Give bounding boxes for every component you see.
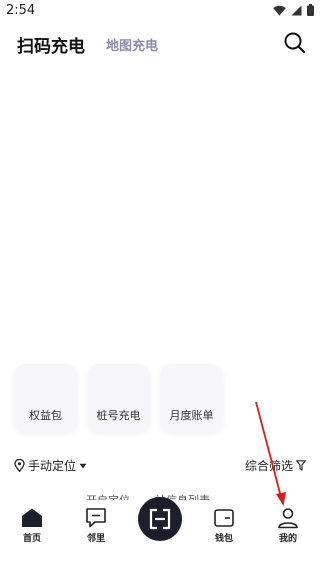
card-pile-number-charge[interactable]: 桩号充电 [87, 364, 150, 432]
nav-item-home[interactable]: 首页 [7, 507, 57, 544]
home-icon [22, 508, 42, 527]
nav-item-wallet[interactable]: 钱包 [199, 507, 249, 544]
tab-map-charge[interactable]: 地图充电 [106, 35, 158, 54]
manual-location-button[interactable]: 手动定位 [14, 457, 87, 474]
signal-icon [291, 5, 302, 15]
location-pin-icon [14, 459, 25, 472]
filter-icon [296, 460, 306, 471]
search-button[interactable] [282, 30, 308, 56]
scan-button[interactable] [138, 497, 182, 541]
status-time: 2:54 [6, 3, 36, 18]
card-label: 月度账单 [169, 409, 214, 422]
user-icon [278, 508, 298, 529]
caret-down-icon [79, 463, 87, 468]
header: 扫码充电 地图充电 [0, 24, 320, 64]
comprehensive-filter-button[interactable]: 综合筛选 [245, 457, 306, 474]
nav-item-profile[interactable]: 我的 [263, 507, 313, 544]
nav-label: 钱包 [214, 534, 233, 544]
nav-label: 首页 [22, 534, 41, 544]
status-icons [273, 4, 314, 16]
system-nav-area [0, 550, 320, 569]
annotation-arrow-icon [255, 401, 286, 506]
battery-icon [307, 4, 314, 16]
wifi-icon [273, 5, 286, 15]
card-benefits-pack[interactable]: 权益包 [14, 364, 77, 432]
quick-actions: 权益包 桩号充电 月度账单 [14, 364, 223, 432]
search-icon [284, 32, 306, 54]
nav-label: 我的 [278, 534, 297, 544]
card-label: 桩号充电 [96, 409, 141, 422]
tab-scan-charge[interactable]: 扫码充电 [17, 32, 85, 57]
filter-label: 综合筛选 [244, 459, 293, 473]
filter-row: 手动定位 综合筛选 [0, 455, 320, 475]
card-label: 权益包 [29, 409, 62, 422]
nav-item-neighbors[interactable]: 邻里 [71, 507, 121, 544]
location-label: 手动定位 [28, 459, 77, 473]
scan-icon [149, 508, 171, 530]
chat-icon [86, 508, 106, 528]
card-monthly-bill[interactable]: 月度账单 [160, 364, 223, 432]
wallet-icon [214, 509, 234, 527]
nav-label: 邻里 [86, 534, 105, 544]
status-bar: 2:54 [0, 0, 320, 24]
